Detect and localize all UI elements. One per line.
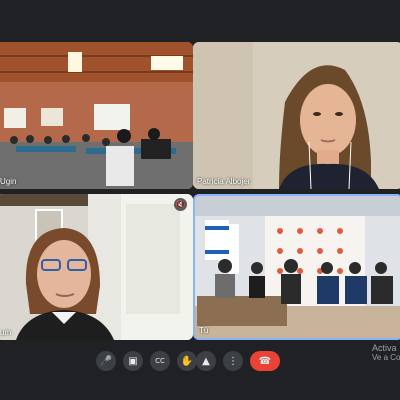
mic-muted-icon: 🔇 [174,198,187,211]
meeting-controls: 🎤 ▣ CC ✋ ▲ ⋮ ☎ [0,343,400,378]
participant-name: Ugin [0,177,17,186]
participant-tile-2[interactable]: Patricia Albojer [193,42,400,189]
windows-activation-watermark: Activa Ve a Co [372,343,400,362]
more-options-icon[interactable]: ⋮ [223,351,243,371]
participant-video [193,42,400,189]
participant-tile-self[interactable]: Tú [193,194,400,340]
present-screen-icon[interactable]: ▲ [196,351,216,371]
participant-tile-3[interactable]: um 🔇 [0,194,193,340]
participant-video [0,194,193,340]
microphone-icon[interactable]: 🎤 [96,351,116,371]
participant-tile-1[interactable]: Ugin [0,42,193,189]
classroom-video [0,42,193,189]
captions-icon[interactable]: CC [150,351,170,371]
participant-name: um [0,328,12,337]
end-call-button[interactable]: ☎ [250,351,280,371]
raise-hand-icon[interactable]: ✋ [177,351,197,371]
camera-icon[interactable]: ▣ [123,351,143,371]
group-video [195,196,400,338]
participant-name: Tú [199,326,209,335]
participant-name: Patricia Albojer [197,177,251,186]
